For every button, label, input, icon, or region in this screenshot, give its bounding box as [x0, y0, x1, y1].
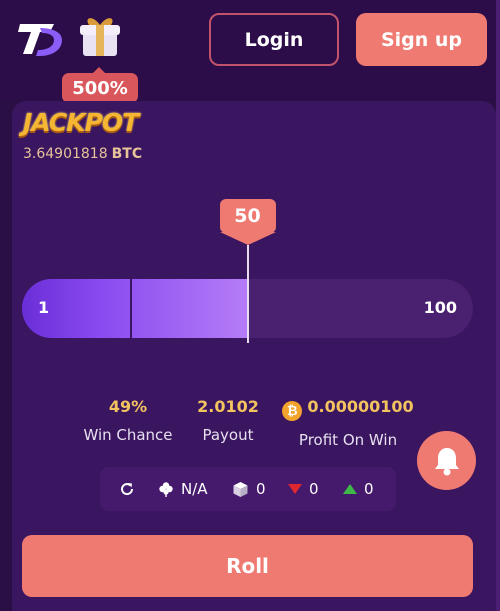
bell-icon: [434, 447, 459, 475]
down-value: 0: [309, 480, 319, 498]
win-chance-stat: 49% Win Chance: [72, 397, 184, 444]
roll-slider-fill: [22, 279, 248, 338]
profit-label: Profit On Win: [298, 431, 398, 449]
up-stat: 0: [343, 467, 374, 511]
login-button[interactable]: Login: [209, 13, 339, 66]
gift-box-icon[interactable]: [78, 12, 122, 58]
win-chance-label: Win Chance: [83, 426, 173, 444]
slider-handle[interactable]: [246, 245, 249, 343]
profit-stat: ₿ 0.00000100 Profit On Win: [278, 397, 418, 449]
clover-icon: [159, 482, 173, 497]
payout-label: Payout: [202, 426, 254, 444]
jackpot-currency: BTC: [111, 146, 143, 162]
payout-stat: 2.0102 Payout: [190, 397, 266, 444]
bitcoin-icon: ₿: [282, 401, 303, 421]
roll-button[interactable]: Roll: [22, 535, 473, 597]
cube-value: 0: [256, 480, 266, 498]
top-header: 500% Login Sign up: [0, 0, 500, 103]
payout-value: 2.0102: [197, 397, 259, 416]
refresh-icon[interactable]: [119, 467, 142, 511]
round-info-bar: N/A 0 0 0: [100, 467, 396, 511]
clover-stat: N/A: [158, 467, 208, 511]
down-stat: 0: [288, 467, 319, 511]
notification-bell-button[interactable]: [417, 431, 476, 490]
jackpot-title: JACKPOT: [23, 108, 139, 137]
scrollbar[interactable]: [496, 0, 500, 611]
jackpot-amount: 3.64901818 BTC: [23, 146, 142, 162]
clover-value: N/A: [181, 480, 208, 498]
bonus-badge[interactable]: 500%: [62, 67, 138, 103]
triangle-down-icon: [288, 484, 302, 494]
profit-value: 0.00000100: [307, 397, 414, 416]
tp-logo-icon[interactable]: [18, 18, 64, 60]
slider-max-label: 100: [423, 298, 457, 317]
cube-icon: [233, 481, 248, 497]
cube-stat: 0: [232, 467, 266, 511]
signup-button[interactable]: Sign up: [356, 13, 487, 66]
slider-value-badge[interactable]: 50: [219, 199, 276, 245]
slider-divider: [130, 279, 132, 338]
jackpot-value: 3.64901818: [23, 146, 108, 162]
win-chance-value: 49%: [108, 397, 148, 416]
triangle-up-icon: [343, 484, 357, 494]
up-value: 0: [364, 480, 374, 498]
slider-min-label: 1: [38, 298, 50, 317]
